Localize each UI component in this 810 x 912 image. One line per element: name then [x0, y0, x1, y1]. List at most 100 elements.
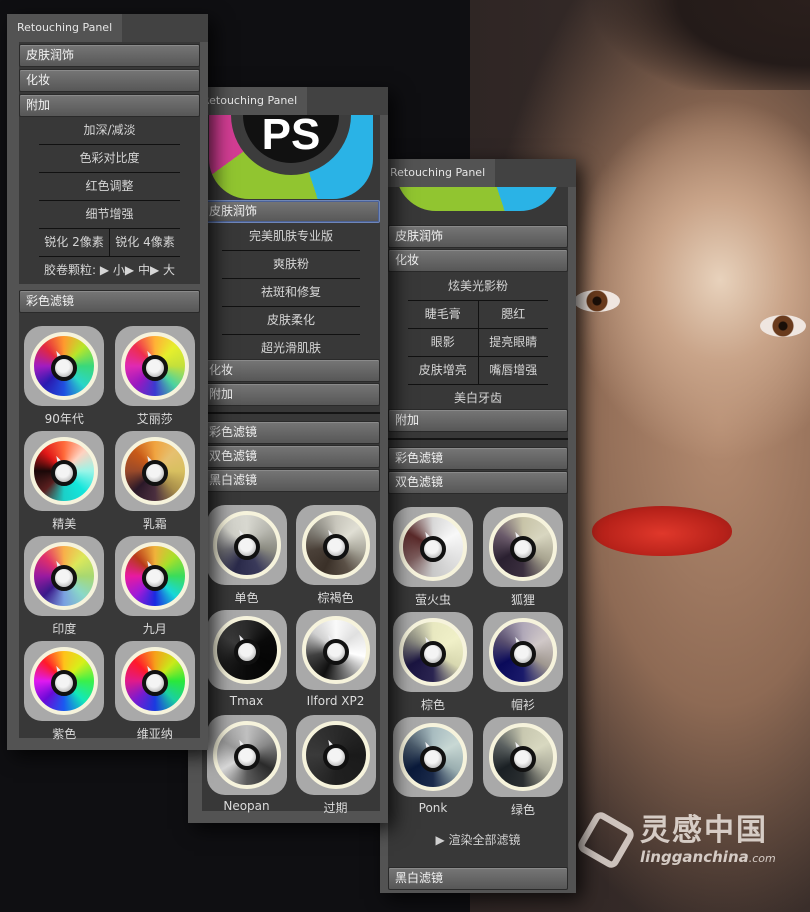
render-all-filters-button[interactable]: ▶ 渲染全部滤镜: [388, 831, 568, 848]
filter-thumbnail[interactable]: [393, 717, 473, 797]
panel-tab[interactable]: Retouching Panel: [7, 14, 123, 42]
divider: [202, 412, 380, 414]
section-addons[interactable]: 附加: [19, 94, 200, 117]
watermark-en: lingganchina.com: [640, 848, 776, 866]
section-addons[interactable]: 附加: [202, 383, 380, 406]
filter-thumbnail[interactable]: [483, 612, 563, 692]
filter-thumbnail[interactable]: [206, 715, 287, 795]
filter-item[interactable]: 维亚纳: [110, 641, 201, 746]
filter-item[interactable]: Neopan: [202, 715, 291, 820]
section-color-filters[interactable]: 彩色滤镜: [19, 290, 200, 313]
menu-pair: 皮肤增亮 嘴唇增强: [408, 357, 548, 385]
section-color-filters[interactable]: 彩色滤镜: [388, 447, 568, 470]
menu-pair: 睫毛膏 腮红: [408, 301, 548, 329]
filter-item[interactable]: 过期: [291, 715, 380, 820]
menu-item[interactable]: 细节增强: [39, 201, 180, 229]
dial-hub: [141, 565, 168, 591]
section-skin-retouching[interactable]: 皮肤润饰: [19, 44, 200, 67]
filter-label: 帽衫: [510, 698, 535, 712]
dial-hub: [510, 746, 536, 772]
filter-thumbnail[interactable]: [295, 715, 376, 795]
section-duotone-filters[interactable]: 双色滤镜: [202, 445, 380, 468]
filter-dial-icon: [489, 723, 557, 791]
filter-thumbnail[interactable]: [393, 612, 473, 692]
filter-thumbnail[interactable]: [483, 507, 563, 587]
section-skin-retouching[interactable]: 皮肤润饰: [388, 225, 568, 248]
menu-item[interactable]: 提亮眼睛: [479, 329, 549, 356]
section-duotone-filters[interactable]: 双色滤镜: [388, 471, 568, 494]
menu-item[interactable]: 腮红: [479, 301, 549, 328]
menu-item[interactable]: 皮肤柔化: [222, 307, 360, 335]
retouching-panel-3: Retouching Panel 皮肤润饰 化妆 炫美光影粉 睫毛膏 腮红 眼影…: [380, 159, 576, 893]
menu-item[interactable]: 红色调整: [39, 173, 180, 201]
filter-thumbnail[interactable]: [24, 641, 105, 721]
section-addons[interactable]: 附加: [388, 409, 568, 432]
menu-item[interactable]: 炫美光影粉: [408, 273, 548, 301]
filter-thumbnail[interactable]: [483, 717, 563, 797]
filter-item[interactable]: 紫色: [19, 641, 110, 746]
filter-item[interactable]: 萤火虫: [388, 507, 478, 612]
dial-hub: [510, 641, 536, 667]
section-skin-retouching[interactable]: 皮肤润饰: [202, 200, 380, 223]
section-color-filters[interactable]: 彩色滤镜: [202, 421, 380, 444]
filter-thumbnail[interactable]: [114, 431, 195, 511]
menu-item[interactable]: 祛斑和修复: [222, 279, 360, 307]
filter-item[interactable]: 绿色: [478, 717, 568, 822]
filter-item[interactable]: 艾丽莎: [110, 326, 201, 431]
filter-item[interactable]: 九月: [110, 536, 201, 641]
filter-thumbnail[interactable]: [393, 507, 473, 587]
filter-thumbnail[interactable]: [114, 326, 195, 406]
section-makeup[interactable]: 化妆: [202, 359, 380, 382]
filter-item[interactable]: 棕色: [388, 612, 478, 717]
filter-item[interactable]: 单色: [202, 505, 291, 610]
section-bw-filters[interactable]: 黑白滤镜: [388, 867, 568, 890]
filter-item[interactable]: 狐狸: [478, 507, 568, 612]
filter-label: 精美: [52, 517, 77, 531]
section-makeup[interactable]: 化妆: [19, 69, 200, 92]
menu-item[interactable]: 嘴唇增强: [479, 357, 549, 384]
filter-label: Neopan: [223, 799, 270, 813]
filter-dial-icon: [301, 721, 370, 789]
sharpen-4px-button[interactable]: 锐化 4像素: [110, 229, 180, 256]
portrait-hair: [560, 0, 810, 90]
section-bw-filters[interactable]: 黑白滤镜: [202, 469, 380, 492]
filter-thumbnail[interactable]: [24, 326, 105, 406]
section-makeup[interactable]: 化妆: [388, 249, 568, 272]
filter-thumbnail[interactable]: [114, 641, 195, 721]
filter-thumbnail[interactable]: [24, 431, 105, 511]
filter-dial-icon: [301, 511, 370, 579]
menu-item[interactable]: 完美肌肤专业版: [222, 223, 360, 251]
filter-label: 乳霜: [142, 517, 167, 531]
filter-thumbnail[interactable]: [24, 536, 105, 616]
filter-item[interactable]: 精美: [19, 431, 110, 536]
filter-item[interactable]: 印度: [19, 536, 110, 641]
watermark-cn: 灵感中国: [640, 813, 768, 848]
filter-thumbnail[interactable]: [114, 536, 195, 616]
filter-dial-icon: [120, 332, 189, 400]
panel-tab[interactable]: Retouching Panel: [380, 159, 496, 187]
filter-grid: 90年代 艾丽莎精美 乳霜印度 九月 紫色 维亚纳: [19, 326, 200, 746]
menu-item[interactable]: 加深/减淡: [39, 117, 180, 145]
filter-thumbnail[interactable]: [295, 505, 376, 585]
dial-hub: [141, 460, 168, 486]
filter-thumbnail[interactable]: [206, 505, 287, 585]
filter-item[interactable]: 乳霜: [110, 431, 201, 536]
filter-item[interactable]: 90年代: [19, 326, 110, 431]
filter-item[interactable]: 帽衫: [478, 612, 568, 717]
dial-hub: [322, 639, 349, 665]
menu-item[interactable]: 爽肤粉: [222, 251, 360, 279]
menu-item[interactable]: 睫毛膏: [408, 301, 479, 328]
sharpen-2px-button[interactable]: 锐化 2像素: [39, 229, 110, 256]
filter-item[interactable]: Ilford XP2: [291, 610, 380, 715]
menu-item[interactable]: 眼影: [408, 329, 479, 356]
filter-thumbnail[interactable]: [206, 610, 287, 690]
film-grain-options[interactable]: 胶卷颗粒: ▶ 小▶ 中▶ 大: [39, 257, 180, 285]
filter-dial-icon: [399, 513, 467, 581]
menu-item[interactable]: 皮肤增亮: [408, 357, 479, 384]
filter-thumbnail[interactable]: [295, 610, 376, 690]
filter-item[interactable]: Ponk: [388, 717, 478, 822]
filter-item[interactable]: 棕褐色: [291, 505, 380, 610]
filter-item[interactable]: Tmax: [202, 610, 291, 715]
menu-item[interactable]: 色彩对比度: [39, 145, 180, 173]
filter-label: 印度: [52, 622, 77, 636]
